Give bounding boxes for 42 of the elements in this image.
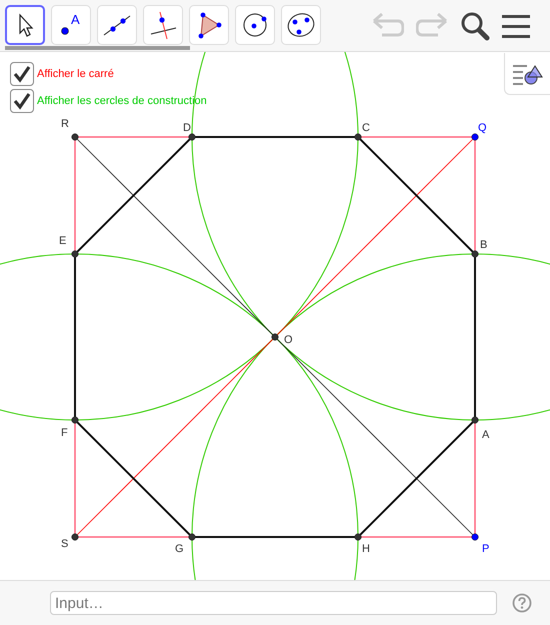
point[interactable] xyxy=(271,333,279,341)
polygon-tool-button[interactable] xyxy=(189,5,229,45)
conic-tool-button[interactable] xyxy=(281,5,321,45)
move-tool-button[interactable] xyxy=(5,5,45,45)
point-label: R xyxy=(61,118,69,130)
perpendicular-tool-button[interactable] xyxy=(143,5,183,45)
point-label: C xyxy=(362,122,370,134)
point[interactable] xyxy=(71,250,79,258)
point[interactable] xyxy=(188,133,196,141)
conic-tool-icon xyxy=(286,10,316,40)
checkbox[interactable] xyxy=(10,62,34,86)
line-tool-button[interactable] xyxy=(97,5,137,45)
checkbox-label: Afficher le carré xyxy=(37,68,114,80)
point-label: E xyxy=(59,235,66,247)
point[interactable] xyxy=(471,416,479,424)
toolbar-scrollbar[interactable] xyxy=(5,46,190,50)
point[interactable] xyxy=(71,416,79,424)
point[interactable] xyxy=(71,533,79,541)
point-label: S xyxy=(61,538,68,550)
point[interactable] xyxy=(471,133,479,141)
point-label: F xyxy=(61,427,68,439)
point[interactable] xyxy=(471,533,479,541)
point-label: D xyxy=(183,122,191,134)
help-icon[interactable] xyxy=(512,593,532,613)
point-label: H xyxy=(362,543,370,555)
point-label: A xyxy=(482,429,490,441)
perpendicular-tool-icon xyxy=(148,10,178,40)
point[interactable] xyxy=(71,133,79,141)
point-label: B xyxy=(480,239,488,251)
checkbox[interactable] xyxy=(10,89,34,113)
point[interactable] xyxy=(354,533,362,541)
point[interactable] xyxy=(471,250,479,258)
point[interactable] xyxy=(188,533,196,541)
point[interactable] xyxy=(354,133,362,141)
style-bar-button[interactable] xyxy=(504,53,550,95)
point-label: P xyxy=(482,543,490,555)
point-label: G xyxy=(175,543,184,555)
menu-button[interactable] xyxy=(500,12,532,40)
point-label: O xyxy=(284,334,293,346)
point-label: Q xyxy=(478,122,487,134)
circle-tool-button[interactable] xyxy=(235,5,275,45)
input-field[interactable]: Input… xyxy=(50,591,497,615)
